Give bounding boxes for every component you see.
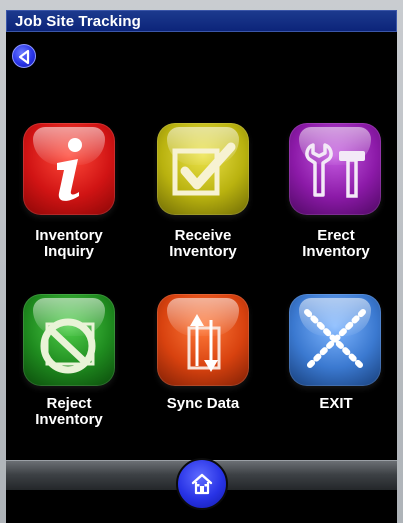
back-button[interactable]	[12, 44, 36, 68]
reject-inventory-button[interactable]	[23, 294, 115, 386]
main-screen: Inventory Inquiry Receive Inventory Erec…	[6, 32, 397, 523]
app-window: Job Site Tracking Inventory Inquiry Rece…	[0, 0, 403, 523]
erect-inventory-label: Erect Inventory	[302, 227, 370, 260]
home-icon	[191, 473, 213, 495]
inventory-inquiry-label: Inventory Inquiry	[35, 227, 103, 260]
checkmark-icon	[172, 142, 236, 196]
sync-arrows-icon	[187, 314, 221, 372]
reject-inventory-label: Reject Inventory	[35, 395, 103, 428]
erect-inventory-button[interactable]	[289, 123, 381, 215]
receive-inventory-button[interactable]	[157, 123, 249, 215]
receive-inventory-label: Receive Inventory	[169, 227, 237, 260]
exit-button[interactable]	[289, 294, 381, 386]
inventory-inquiry-button[interactable]	[23, 123, 115, 215]
back-arrow-icon	[18, 49, 30, 65]
home-button[interactable]	[176, 458, 228, 510]
window-title: Job Site Tracking	[15, 13, 141, 30]
sync-data-button[interactable]	[157, 294, 249, 386]
exit-x-icon	[304, 309, 366, 371]
sync-data-label: Sync Data	[166, 395, 240, 412]
exit-label: EXIT	[319, 395, 353, 412]
tools-icon	[305, 143, 365, 198]
info-icon	[57, 138, 82, 201]
title-bar: Job Site Tracking	[6, 10, 397, 32]
no-entry-icon	[40, 318, 96, 374]
